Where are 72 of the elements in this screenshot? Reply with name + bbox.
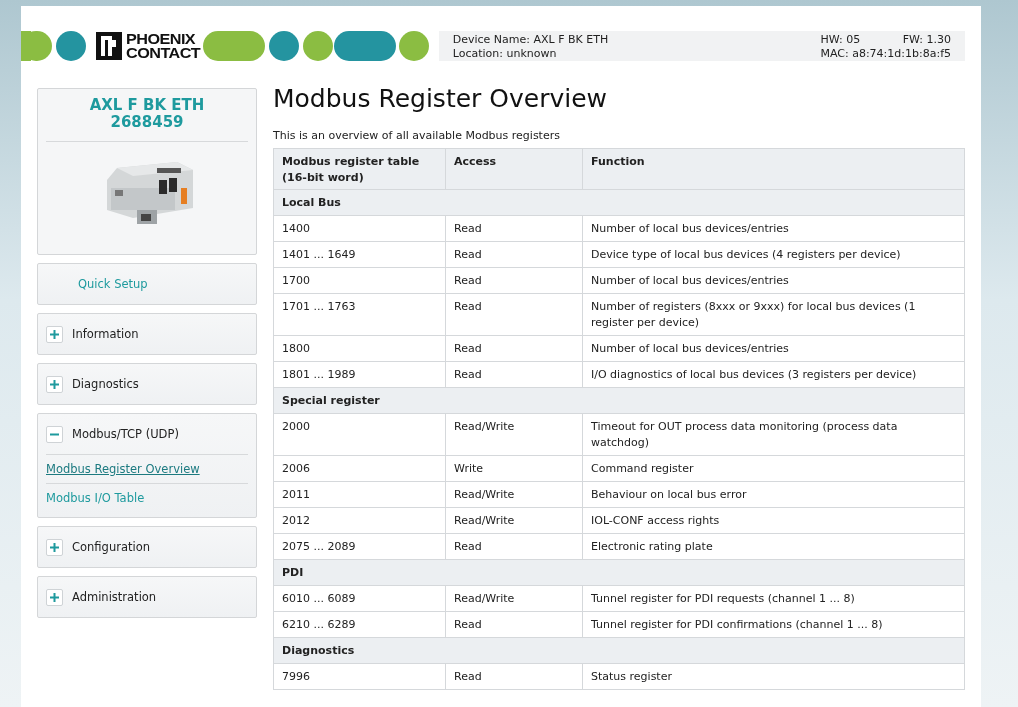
table-cell: 7996 bbox=[273, 663, 446, 690]
table-cell: Number of local bus devices/entries bbox=[582, 335, 965, 362]
table-cell: 1701 ... 1763 bbox=[273, 293, 446, 336]
section-header: Special register bbox=[273, 387, 965, 414]
menu-item[interactable]: Information bbox=[72, 327, 139, 341]
table-cell: 1700 bbox=[273, 267, 446, 294]
table-cell: 2006 bbox=[273, 455, 446, 482]
mac-address: MAC: a8:74:1d:1b:8a:f5 bbox=[820, 46, 951, 60]
table-cell: Write bbox=[445, 455, 583, 482]
table-cell: 2075 ... 2089 bbox=[273, 533, 446, 560]
logo-text: PHOENIX bbox=[126, 32, 197, 46]
table-cell: Read bbox=[445, 241, 583, 268]
logo-text: CONTACT bbox=[126, 46, 201, 60]
table-cell: Number of local bus devices/entries bbox=[582, 267, 965, 294]
expand-icon[interactable] bbox=[46, 588, 63, 606]
table-cell: Tunnel register for PDI confirmations (channel 1 ... 8) bbox=[582, 611, 965, 638]
page-title: Modbus Register Overview bbox=[273, 84, 608, 113]
menu-item[interactable]: Administration bbox=[72, 590, 157, 604]
section-header: Local Bus bbox=[273, 189, 965, 216]
table-cell: Tunnel register for PDI requests (channel 1 ... 8) bbox=[582, 585, 965, 612]
table-cell: Read bbox=[445, 215, 583, 242]
table-cell: Number of registers (8xxx or 9xxx) for local bus devices (1 register per device) bbox=[582, 293, 965, 336]
expand-icon[interactable] bbox=[46, 375, 63, 393]
table-cell: Read bbox=[445, 293, 583, 336]
table-cell: 6210 ... 6289 bbox=[273, 611, 446, 638]
menu-item[interactable]: Configuration bbox=[72, 540, 150, 554]
table-cell: Electronic rating plate bbox=[582, 533, 965, 560]
table-cell: Read/Write bbox=[445, 481, 583, 508]
table-cell: Read bbox=[445, 335, 583, 362]
table-cell: Read/Write bbox=[445, 585, 583, 612]
table-cell: Read bbox=[445, 611, 583, 638]
column-header: Modbus register table (16-bit word) bbox=[273, 148, 446, 190]
intro-text: This is an overview of all available Modbus registers bbox=[273, 129, 561, 142]
expand-icon[interactable] bbox=[46, 325, 63, 343]
hardware-version: HW: 05 bbox=[820, 32, 861, 46]
table-cell: 1801 ... 1989 bbox=[273, 361, 446, 388]
device-name: Device Name: AXL F BK ETH bbox=[452, 32, 609, 46]
table-cell: Read/Write bbox=[445, 507, 583, 534]
table-cell: Command register bbox=[582, 455, 965, 482]
table-cell: Device type of local bus devices (4 registers per device) bbox=[582, 241, 965, 268]
product-name: AXL F BK ETH bbox=[88, 97, 206, 114]
table-cell: 1401 ... 1649 bbox=[273, 241, 446, 268]
section-header: PDI bbox=[273, 559, 965, 586]
menu-item[interactable]: Diagnostics bbox=[72, 377, 139, 391]
table-cell: Read bbox=[445, 663, 583, 690]
menu-item[interactable]: Modbus/TCP (UDP) bbox=[72, 427, 179, 441]
table-cell: Timeout for OUT process data monitoring (process data watchdog) bbox=[582, 413, 965, 456]
column-header: Access bbox=[445, 148, 583, 190]
section-header: Diagnostics bbox=[273, 637, 965, 664]
table-cell: Read bbox=[445, 533, 583, 560]
table-cell: Read bbox=[445, 267, 583, 294]
column-header: Function bbox=[582, 148, 965, 190]
expand-icon[interactable] bbox=[46, 538, 63, 556]
table-cell: Read/Write bbox=[445, 413, 583, 456]
firmware-version: FW: 1.30 bbox=[902, 32, 951, 46]
table-cell: Number of local bus devices/entries bbox=[582, 215, 965, 242]
table-cell: 1400 bbox=[273, 215, 446, 242]
table-cell: 2012 bbox=[273, 507, 446, 534]
table-cell: Status register bbox=[582, 663, 965, 690]
location-text: Location: unknown bbox=[452, 46, 558, 60]
table-cell: 1800 bbox=[273, 335, 446, 362]
header-decoration-drawing bbox=[21, 31, 87, 61]
table-cell: I/O diagnostics of local bus devices (3 registers per device) bbox=[582, 361, 965, 388]
table-cell: IOL-CONF access rights bbox=[582, 507, 965, 534]
product-number: 2688459 bbox=[109, 114, 185, 131]
table-cell: Read bbox=[445, 361, 583, 388]
collapse-icon[interactable] bbox=[46, 425, 63, 443]
submenu-link[interactable]: Modbus Register Overview bbox=[46, 454, 248, 483]
table-cell: Behaviour on local bus error bbox=[582, 481, 965, 508]
table-cell: 2000 bbox=[273, 413, 446, 456]
table-cell: 6010 ... 6089 bbox=[273, 585, 446, 612]
table-cell: 2011 bbox=[273, 481, 446, 508]
